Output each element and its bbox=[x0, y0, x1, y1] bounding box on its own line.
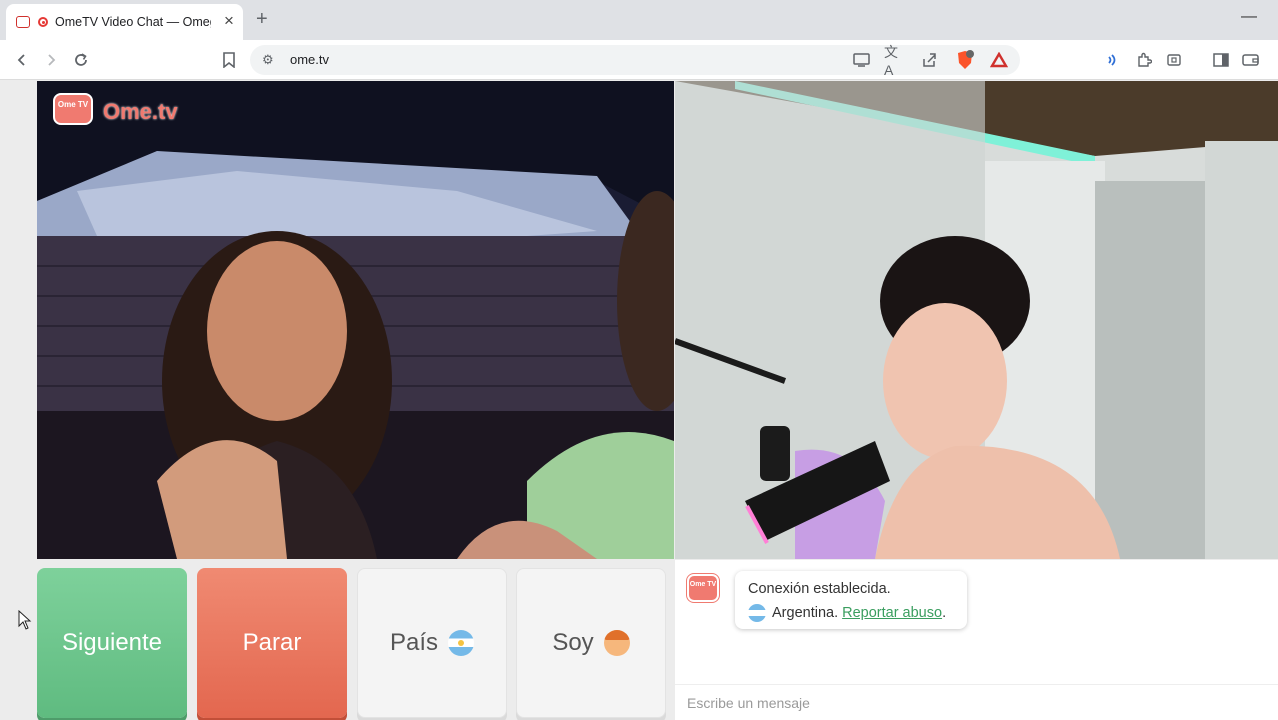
gender-button-label: Soy bbox=[552, 629, 594, 656]
country-name: Argentina. bbox=[772, 605, 839, 621]
self-video bbox=[675, 81, 1278, 559]
report-abuse-link[interactable]: Reportar abuso bbox=[842, 605, 942, 621]
stop-button[interactable]: Parar bbox=[197, 568, 347, 718]
argentina-flag-icon bbox=[748, 604, 766, 622]
minimize-icon[interactable]: — bbox=[1241, 8, 1257, 26]
sidebar-icon[interactable] bbox=[1210, 49, 1232, 71]
country-button[interactable]: País bbox=[357, 568, 507, 718]
tab-strip: OmeTV Video Chat — Omegle × + — bbox=[0, 0, 1278, 40]
country-button-label: País bbox=[389, 629, 439, 656]
stranger-video-frame bbox=[37, 81, 674, 559]
cast-icon[interactable] bbox=[851, 49, 873, 71]
speaker-icon[interactable] bbox=[1102, 49, 1124, 71]
mouse-cursor-icon bbox=[18, 610, 32, 630]
argentina-flag-icon bbox=[448, 630, 475, 656]
tv-logo-icon: Ome TV bbox=[53, 93, 93, 125]
tab-title: OmeTV Video Chat — Omegle bbox=[55, 15, 211, 29]
extensions-icon[interactable] bbox=[1133, 49, 1155, 71]
brave-shield-icon[interactable] bbox=[954, 49, 976, 71]
forward-icon[interactable] bbox=[40, 49, 62, 71]
back-icon[interactable] bbox=[11, 49, 33, 71]
country-line: Argentina. Reportar abuso . bbox=[748, 604, 946, 622]
recording-icon bbox=[38, 17, 48, 27]
bookmark-icon[interactable] bbox=[218, 49, 240, 71]
active-tab[interactable]: OmeTV Video Chat — Omegle × bbox=[6, 4, 243, 40]
tab-close-icon[interactable]: × bbox=[220, 12, 238, 30]
report-suffix: . bbox=[942, 605, 947, 621]
ometv-chat-logo-icon: Ome TV bbox=[687, 574, 719, 602]
chat-panel: Ome TV Conexión establecida. Argentina. … bbox=[675, 560, 1278, 720]
translate-icon[interactable]: 文A bbox=[884, 44, 906, 78]
logo-text: Ome.tv bbox=[103, 99, 178, 124]
stop-button-label: Parar bbox=[242, 629, 302, 656]
self-video-frame bbox=[675, 81, 1278, 559]
browser-toolbar: ⚙ ome.tv 文A bbox=[0, 40, 1278, 80]
person-emoji-icon bbox=[603, 630, 630, 656]
share-icon[interactable] bbox=[918, 49, 940, 71]
chat-divider bbox=[675, 684, 1278, 685]
ometv-favicon-icon bbox=[16, 16, 30, 28]
stranger-video: Ome TV Ome.tv bbox=[37, 81, 674, 559]
message-input[interactable] bbox=[685, 694, 1269, 712]
gender-button[interactable]: Soy bbox=[516, 568, 666, 718]
screenshot-icon[interactable] bbox=[1163, 49, 1185, 71]
new-tab-icon[interactable]: + bbox=[256, 9, 268, 29]
system-message: Conexión establecida. Argentina. Reporta… bbox=[735, 571, 967, 629]
site-settings-icon[interactable]: ⚙ bbox=[262, 52, 274, 68]
next-button-label: Siguiente bbox=[61, 629, 163, 656]
next-button[interactable]: Siguiente bbox=[37, 568, 187, 718]
wallet-icon[interactable] bbox=[1240, 49, 1262, 71]
connection-status: Conexión establecida. bbox=[748, 581, 891, 597]
brave-rewards-icon[interactable] bbox=[988, 49, 1010, 71]
reload-icon[interactable] bbox=[70, 49, 92, 71]
url-text: ome.tv bbox=[290, 52, 330, 67]
